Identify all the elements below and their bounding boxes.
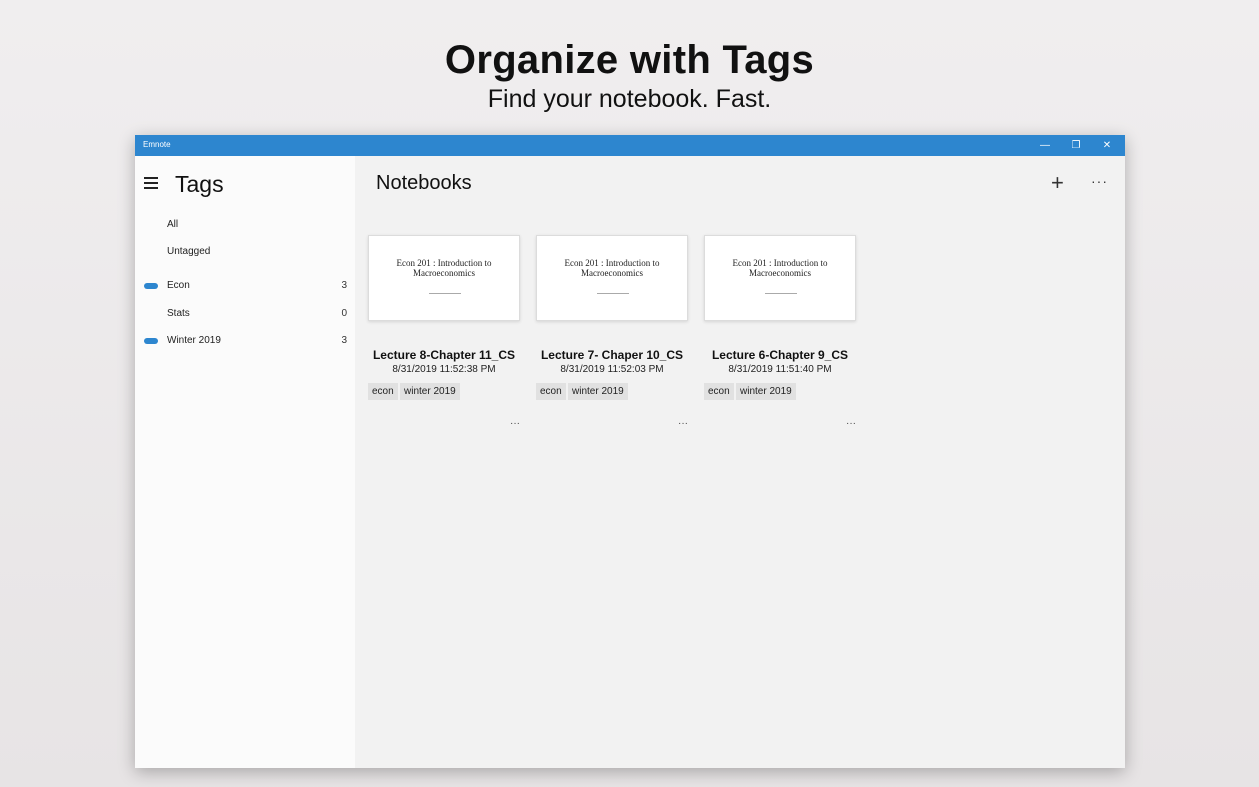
tag-item-winter-2019[interactable]: Winter 2019 3 [135,329,355,351]
tag-item-stats[interactable]: Stats 0 [135,302,355,324]
notebook-name: Lecture 6-Chapter 9_CS [711,348,849,362]
tag-chip[interactable]: winter 2019 [736,383,796,400]
tag-chip[interactable]: econ [536,383,566,400]
notebook-name: Lecture 7- Chaper 10_CS [540,348,684,362]
tag-color-pill [144,283,158,289]
thumbnail-subtext-line [765,293,797,294]
notebook-date: 8/31/2019 11:52:38 PM [392,364,496,375]
thumbnail-title: Econ 201 : Introduction to Macroeconomic… [564,258,660,278]
card-more-button[interactable]: ··· [678,418,688,429]
add-notebook-button[interactable]: + [1051,172,1064,194]
tag-count: 3 [341,280,347,291]
thumbnail-title: Econ 201 : Introduction to Macroeconomic… [732,258,828,278]
tag-label: Econ [167,280,190,291]
hamburger-menu-icon[interactable] [144,177,158,189]
thumbnail-subtext-line [429,293,461,294]
app-title: Emnote [143,140,171,149]
hero-title: Organize with Tags [444,38,815,82]
maximize-button[interactable]: ❐ [1061,135,1091,156]
tag-chip[interactable]: econ [368,383,398,400]
tag-label: Stats [167,308,190,319]
notebook-thumbnail[interactable]: Econ 201 : Introduction to Macroeconomic… [536,235,688,321]
page-title: Notebooks [376,172,472,194]
sidebar-title: Tags [175,171,224,197]
notebook-thumbnail[interactable]: Econ 201 : Introduction to Macroeconomic… [704,235,856,321]
title-bar[interactable]: Emnote — ❐ ✕ [135,135,1125,156]
card-more-button[interactable]: ··· [510,418,520,429]
tag-label: Untagged [167,246,211,257]
thumbnail-subtext-line [597,293,629,294]
tags-sidebar: Tags All Untagged Econ 3 Stats 0 Winter … [135,156,355,768]
minimize-button[interactable]: — [1030,135,1060,156]
tag-chip[interactable]: winter 2019 [400,383,460,400]
notebook-name: Lecture 8-Chapter 11_CS [372,348,516,362]
tag-item-econ[interactable]: Econ 3 [135,274,355,296]
tag-item-all[interactable]: All [135,213,355,235]
tag-color-pill [144,338,158,344]
notebook-card[interactable]: Econ 201 : Introduction to Macroeconomic… [368,235,520,435]
notebook-date: 8/31/2019 11:52:03 PM [560,364,664,375]
close-button[interactable]: ✕ [1092,135,1122,156]
tag-label: Winter 2019 [167,335,221,346]
app-window: Emnote — ❐ ✕ Tags All Untagged Econ 3 St… [135,135,1125,768]
notebook-thumbnail[interactable]: Econ 201 : Introduction to Macroeconomic… [368,235,520,321]
card-more-button[interactable]: ··· [846,418,856,429]
hero-subtitle: Find your notebook. Fast. [487,85,772,113]
notebook-date: 8/31/2019 11:51:40 PM [728,364,832,375]
tag-label: All [167,219,179,230]
tag-chip[interactable]: econ [704,383,734,400]
notebook-card[interactable]: Econ 201 : Introduction to Macroeconomic… [704,235,856,435]
tag-count: 3 [341,335,347,346]
tag-chip[interactable]: winter 2019 [568,383,628,400]
notebook-card[interactable]: Econ 201 : Introduction to Macroeconomic… [536,235,688,435]
tag-item-untagged[interactable]: Untagged [135,240,355,262]
thumbnail-title: Econ 201 : Introduction to Macroeconomic… [396,258,492,278]
tag-count: 0 [341,308,347,319]
more-options-button[interactable]: ··· [1091,173,1108,189]
